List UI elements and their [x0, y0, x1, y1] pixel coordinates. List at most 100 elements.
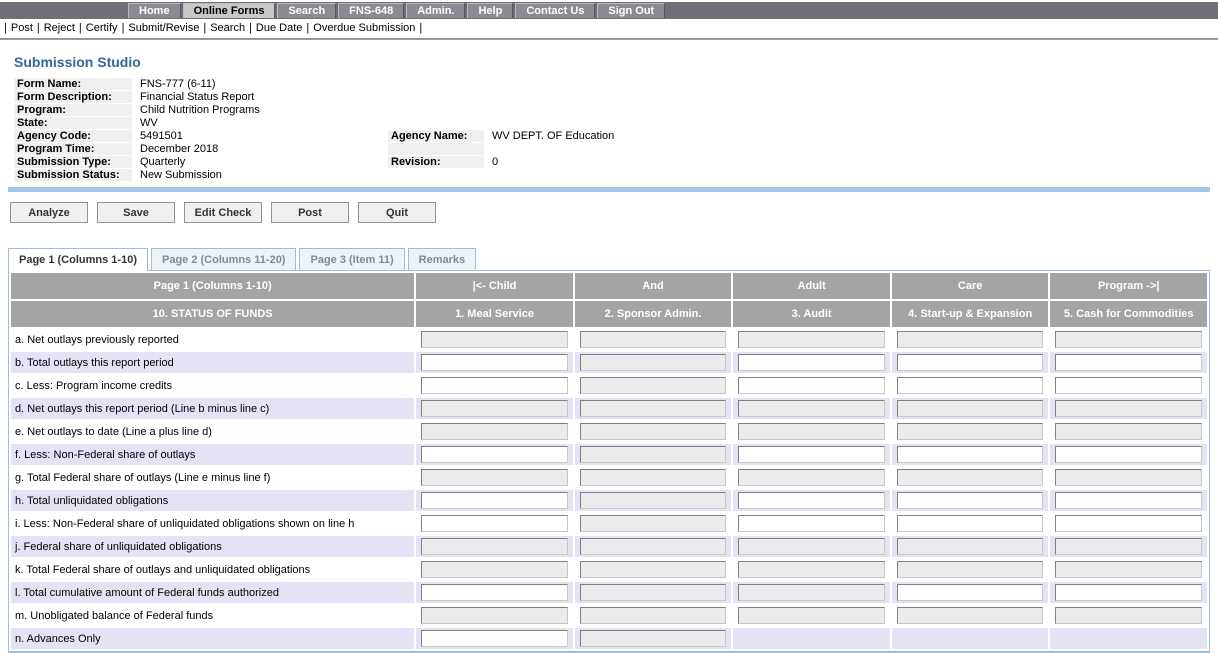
value-cell: [1050, 559, 1207, 580]
value-cell: [1050, 628, 1207, 649]
value-cell: [892, 513, 1049, 534]
value-cell: [891, 352, 1049, 373]
amount-input-f-col1[interactable]: [421, 446, 568, 463]
amount-input-c-col4[interactable]: [896, 377, 1044, 394]
amount-input-c-col3[interactable]: [738, 377, 885, 394]
value-cell: [575, 467, 732, 488]
amount-input-b-col3[interactable]: [738, 354, 885, 371]
nav-tab-contact-us[interactable]: Contact Us: [515, 3, 596, 18]
col-header-1-meal-service: 1. Meal Service: [416, 301, 573, 327]
value-cell: [1050, 352, 1207, 373]
amount-input-l-col5[interactable]: [1055, 584, 1202, 601]
edit-check-button[interactable]: Edit Check: [184, 202, 262, 223]
analyze-button[interactable]: Analyze: [10, 202, 88, 223]
amount-input-c-col1[interactable]: [421, 377, 568, 394]
amount-input-h-col2: [579, 492, 727, 509]
col-group-header-program: Program ->|: [1050, 273, 1207, 299]
table-row-k: k. Total Federal share of outlays and un…: [11, 559, 1207, 580]
amount-input-m-col2: [579, 607, 727, 624]
amount-input-b-col5[interactable]: [1055, 354, 1202, 371]
nav-tab-admin[interactable]: Admin.: [406, 3, 466, 18]
row-label: k. Total Federal share of outlays and un…: [11, 559, 415, 580]
value-cell: [1050, 536, 1207, 557]
tab-page-1-columns-1-10[interactable]: Page 1 (Columns 1-10): [8, 248, 148, 271]
info-right-empty-cell: [388, 143, 484, 155]
amount-input-f-col4[interactable]: [896, 446, 1044, 463]
table-row-j: j. Federal share of unliquidated obligat…: [11, 536, 1207, 557]
save-button[interactable]: Save: [97, 202, 175, 223]
quit-button[interactable]: Quit: [358, 202, 436, 223]
amount-input-m-col4: [896, 607, 1044, 624]
nav-tab-home[interactable]: Home: [128, 3, 181, 18]
amount-input-k-col1: [421, 561, 568, 578]
value-cell: [416, 421, 573, 442]
row-label: c. Less: Program income credits: [11, 375, 415, 396]
col-group-header-child: |<- Child: [416, 273, 573, 299]
amount-input-f-col3[interactable]: [738, 446, 885, 463]
table-row-l: l. Total cumulative amount of Federal fu…: [11, 582, 1207, 603]
value-cell: [733, 398, 890, 419]
col-header-10-status-of-funds: 10. STATUS OF FUNDS: [11, 301, 415, 327]
menu-item-overdue-submission[interactable]: Overdue Submission: [309, 22, 419, 34]
amount-input-f-col5[interactable]: [1055, 446, 1202, 463]
info-right-spacer: [388, 104, 484, 116]
amount-input-i-col3[interactable]: [738, 515, 885, 532]
table-row-g: g. Total Federal share of outlays (Line …: [11, 467, 1207, 488]
nav-tab-help[interactable]: Help: [467, 3, 514, 18]
amount-input-k-col4: [896, 561, 1044, 578]
nav-tab-search[interactable]: Search: [277, 3, 337, 18]
value-cell: [575, 513, 732, 534]
amount-input-i-col5[interactable]: [1055, 515, 1202, 532]
info-value-form-name: FNS-777 (6-11): [140, 78, 216, 90]
info-value-submission-status: New Submission: [140, 169, 222, 181]
amount-input-n-col1[interactable]: [421, 630, 568, 647]
menu-item-submit-revise[interactable]: Submit/Revise: [124, 22, 203, 34]
info-value-program: Child Nutrition Programs: [140, 104, 260, 116]
info-label-program-time: Program Time:: [14, 143, 132, 155]
info-value-state: WV: [140, 117, 158, 129]
post-button[interactable]: Post: [271, 202, 349, 223]
value-cell: [892, 329, 1049, 350]
menu-item-reject[interactable]: Reject: [40, 22, 79, 34]
value-cell: [575, 329, 732, 350]
table-row-b: b. Total outlays this report period: [11, 352, 1207, 373]
amount-input-c-col5[interactable]: [1055, 377, 1202, 394]
amount-input-i-col1[interactable]: [421, 515, 568, 532]
nav-tab-sign-out[interactable]: Sign Out: [597, 3, 666, 18]
amount-input-h-col1[interactable]: [421, 492, 568, 509]
value-cell: [416, 513, 573, 534]
value-cell: [733, 467, 890, 488]
amount-input-k-col3: [738, 561, 885, 578]
value-cell: [1050, 605, 1207, 626]
amount-input-h-col3[interactable]: [738, 492, 885, 509]
value-cell: [574, 352, 732, 373]
tab-page-3-item-11[interactable]: Page 3 (Item 11): [299, 248, 405, 270]
amount-input-b-col1[interactable]: [421, 354, 568, 371]
menu-item-post[interactable]: Post: [7, 22, 37, 34]
tab-remarks[interactable]: Remarks: [407, 248, 477, 270]
page-title: Submission Studio: [14, 54, 141, 70]
menu-item-due-date[interactable]: Due Date: [252, 22, 306, 34]
menu-item-certify[interactable]: Certify: [82, 22, 122, 34]
col-header-2-sponsor-admin: 2. Sponsor Admin.: [574, 301, 732, 327]
table-row-e: e. Net outlays to date (Line a plus line…: [11, 421, 1207, 442]
amount-input-i-col4[interactable]: [896, 515, 1044, 532]
amount-input-h-col4[interactable]: [896, 492, 1044, 509]
value-cell: [575, 559, 732, 580]
amount-input-a-col2: [579, 331, 727, 348]
nav-tab-online-forms[interactable]: Online Forms: [182, 3, 276, 18]
amount-input-a-col5: [1055, 331, 1202, 348]
amount-input-a-col4: [896, 331, 1044, 348]
nav-tab-fns-648[interactable]: FNS-648: [338, 3, 405, 18]
value-cell: [416, 490, 573, 511]
menu-item-search[interactable]: Search: [206, 22, 249, 34]
table-row-h: h. Total unliquidated obligations: [11, 490, 1207, 511]
amount-input-b-col4[interactable]: [896, 354, 1044, 371]
amount-input-l-col1[interactable]: [421, 584, 568, 601]
amount-input-h-col5[interactable]: [1055, 492, 1202, 509]
value-cell: [891, 490, 1049, 511]
info-label-form-description: Form Description:: [14, 91, 132, 103]
value-cell: [733, 605, 890, 626]
amount-input-l-col4[interactable]: [896, 584, 1044, 601]
tab-page-2-columns-11-20[interactable]: Page 2 (Columns 11-20): [150, 248, 297, 270]
